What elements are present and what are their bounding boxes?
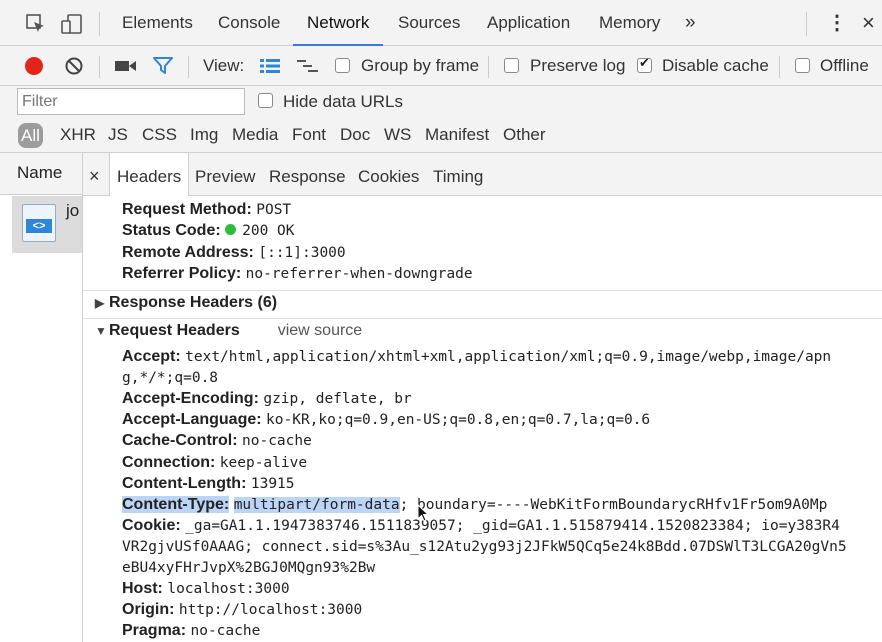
hide-data-urls-label[interactable]: Hide data URLs	[283, 86, 403, 118]
tab-application[interactable]: Application	[487, 0, 570, 46]
waterfall-overview-icon[interactable]	[297, 58, 319, 74]
close-detail-icon[interactable]: ×	[89, 153, 100, 196]
tab-network[interactable]: Network	[292, 0, 384, 46]
header-cookie-continued-2: eBU4xyFHrJvpX%2BGJ0MQgn93%2Bw	[122, 560, 376, 576]
header-cookie: Cookie: _ga=GA1.1.1947383746.1511839057;…	[122, 517, 840, 534]
divider	[188, 56, 189, 78]
filter-input[interactable]	[17, 88, 245, 115]
resource-type-filter: All XHR JS CSS Img Media Font Doc WS Man…	[0, 118, 882, 153]
screenshot-camera-icon[interactable]	[115, 59, 137, 73]
header-accept: Accept: text/html,application/xhtml+xml,…	[122, 348, 832, 365]
selected-text: multipart/form-data	[233, 497, 400, 513]
more-tabs-button[interactable]: »	[685, 0, 696, 46]
preserve-log-label[interactable]: Preserve log	[530, 46, 625, 86]
device-toolbar-icon[interactable]	[61, 14, 83, 34]
network-toolbar: View: Group by frame Preserve log Disabl…	[0, 46, 882, 86]
view-label: View:	[203, 56, 245, 75]
filter-icon[interactable]	[153, 57, 173, 75]
header-origin: Origin: http://localhost:3000	[122, 601, 363, 618]
tab-elements[interactable]: Elements	[122, 0, 193, 46]
mouse-cursor-icon	[417, 504, 430, 522]
divider	[806, 12, 807, 36]
type-js[interactable]: JS	[108, 118, 128, 153]
disable-cache-checkbox[interactable]	[637, 55, 652, 73]
status-ok-icon	[225, 224, 237, 235]
type-manifest[interactable]: Manifest	[425, 118, 489, 153]
general-referrer-policy: Referrer Policy: no-referrer-when-downgr…	[122, 265, 473, 282]
type-doc[interactable]: Doc	[340, 118, 370, 153]
type-img[interactable]: Img	[190, 118, 218, 153]
devtools-tabbar: Elements Console Network Sources Applica…	[0, 0, 882, 46]
headers-panel: Request Method: POST Status Code: 200 OK…	[83, 196, 882, 642]
general-remote-address: Remote Address: [::1]:3000	[122, 244, 346, 261]
offline-label[interactable]: Offline	[820, 46, 869, 86]
response-headers-section[interactable]: ▶ Response Headers (6)	[95, 294, 277, 312]
tab-headers[interactable]: Headers	[109, 153, 190, 197]
divider	[488, 56, 489, 78]
header-pragma: Pragma: no-cache	[122, 622, 261, 639]
tab-sources[interactable]: Sources	[398, 0, 460, 46]
request-detail-tabs: × Headers Preview Response Cookies Timin…	[83, 153, 882, 197]
type-other[interactable]: Other	[503, 118, 546, 153]
header-host: Host: localhost:3000	[122, 580, 290, 597]
hide-data-urls-checkbox[interactable]	[258, 93, 273, 108]
divider	[99, 12, 100, 36]
type-ws[interactable]: WS	[384, 118, 411, 153]
type-all[interactable]: All	[18, 123, 43, 148]
general-status-code: Status Code: 200 OK	[122, 222, 295, 239]
header-accept-continued: g,*/*;q=0.8	[122, 370, 219, 386]
request-name: jo	[66, 201, 80, 220]
view-source-link[interactable]: view source	[278, 322, 362, 339]
tab-response[interactable]: Response	[269, 153, 346, 196]
type-css[interactable]: CSS	[142, 118, 177, 153]
divider	[779, 56, 780, 78]
header-accept-language: Accept-Language: ko-KR,ko;q=0.9,en-US;q=…	[122, 411, 651, 428]
collapse-triangle-icon[interactable]: ▼	[95, 324, 109, 338]
divider	[83, 290, 882, 291]
type-xhr[interactable]: XHR	[60, 118, 96, 153]
general-request-method: Request Method: POST	[122, 201, 292, 218]
tab-console[interactable]: Console	[218, 0, 280, 46]
clear-icon[interactable]	[64, 56, 84, 76]
tab-cookies[interactable]: Cookies	[358, 153, 419, 196]
record-icon[interactable]	[24, 56, 44, 76]
inspect-element-icon[interactable]	[26, 14, 46, 34]
expand-triangle-icon[interactable]: ▶	[95, 296, 109, 310]
header-content-type: Content-Type: multipart/form-data; bound…	[122, 496, 828, 513]
code-glyph: <>	[26, 219, 52, 233]
header-cache-control: Cache-Control: no-cache	[122, 432, 312, 449]
divider	[83, 318, 882, 319]
type-media[interactable]: Media	[232, 118, 278, 153]
request-row[interactable]: <> jo	[12, 196, 82, 253]
group-by-frame-label[interactable]: Group by frame	[361, 46, 479, 86]
group-by-frame-checkbox[interactable]	[335, 58, 350, 73]
close-devtools-icon[interactable]: ×	[862, 0, 875, 46]
tab-preview[interactable]: Preview	[195, 153, 255, 196]
document-file-icon: <>	[22, 204, 56, 242]
header-content-length: Content-Length: 13915	[122, 475, 295, 492]
divider	[99, 56, 100, 78]
preserve-log-checkbox[interactable]	[504, 58, 519, 73]
disable-cache-label[interactable]: Disable cache	[662, 46, 769, 86]
name-column-header[interactable]: Name	[0, 153, 82, 195]
type-font[interactable]: Font	[292, 118, 326, 153]
header-connection: Connection: keep-alive	[122, 454, 308, 471]
offline-checkbox[interactable]	[795, 58, 810, 73]
request-list: Name <> jo	[0, 153, 83, 642]
tab-memory[interactable]: Memory	[599, 0, 660, 46]
tab-timing[interactable]: Timing	[433, 153, 483, 196]
header-cookie-continued: VR2gjvUSf0AAAG; connect.sid=s%3Au_s12Atu…	[122, 539, 847, 555]
more-options-icon[interactable]: ⋮	[827, 0, 847, 46]
header-accept-encoding: Accept-Encoding: gzip, deflate, br	[122, 390, 412, 407]
request-headers-section[interactable]: ▼ Request Headers view source	[95, 322, 362, 340]
large-rows-icon[interactable]	[260, 58, 280, 74]
